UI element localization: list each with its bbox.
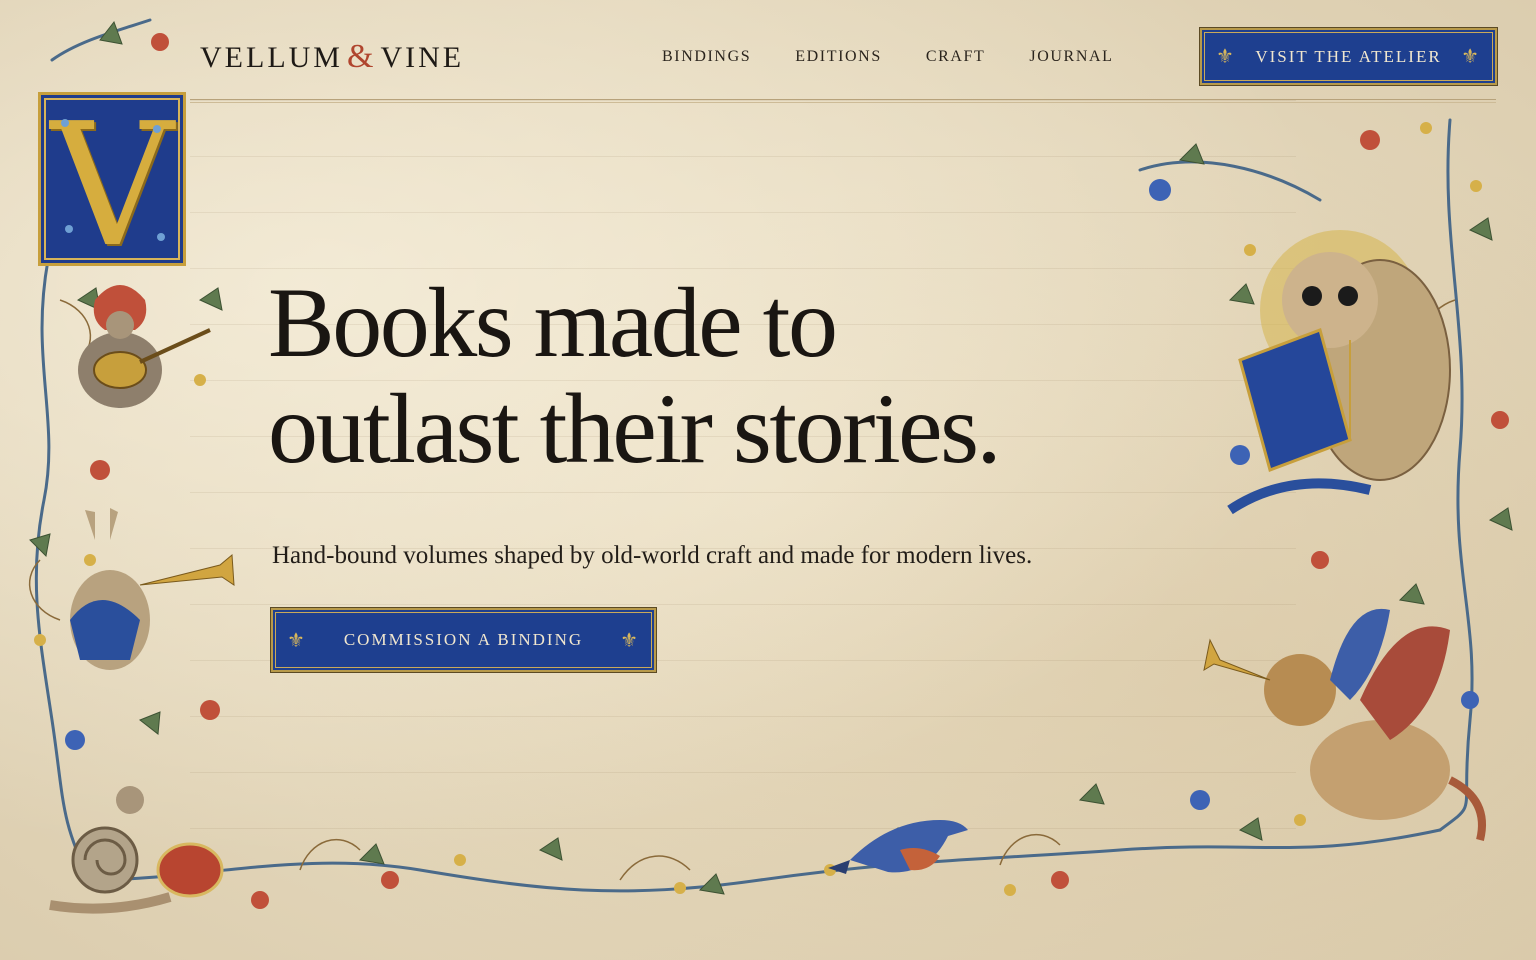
fleur-de-lis-icon: ⚜ [1216,46,1236,68]
brand-logo[interactable]: VELLUM & VINE [200,38,464,76]
commission-binding-button[interactable]: ⚜ COMMISSION A BINDING ⚜ [271,608,656,672]
winged-lion-trumpeter [1203,608,1486,841]
visit-atelier-button[interactable]: ⚜ VISIT THE ATELIER ⚜ [1200,28,1497,85]
headline-line-1: Books made to [268,267,838,378]
initial-letter: V [50,87,174,285]
blue-bird [828,820,968,874]
nav-item-editions[interactable]: EDITIONS [773,48,904,66]
hero-headline: Books made to outlast their stories. [268,267,1002,484]
nav-item-bindings[interactable]: BINDINGS [640,48,773,66]
brand-name-right: VINE [380,41,465,74]
owl-reading-book [1227,230,1451,515]
snail-drummer [49,786,224,914]
illuminated-initial: V [38,87,186,285]
nav-item-craft[interactable]: CRAFT [904,48,1008,66]
brand-ampersand: & [346,38,377,75]
hero-subtitle: Hand-bound volumes shaped by old-world c… [272,542,1033,569]
fleur-de-lis-icon: ⚜ [287,629,307,652]
monkey-lute-player [78,285,211,408]
fleur-de-lis-icon: ⚜ [620,629,640,652]
main-nav: BINDINGS EDITIONS CRAFT JOURNAL [640,48,1136,66]
headline-line-2: outlast their stories. [268,373,1002,484]
visit-atelier-label: VISIT THE ATELIER [1255,46,1442,66]
commission-binding-label: COMMISSION A BINDING [343,630,584,649]
nav-item-journal[interactable]: JOURNAL [1007,48,1135,66]
fleur-de-lis-icon: ⚜ [1461,46,1481,68]
brand-name-left: VELLUM [200,41,343,74]
rabbit-trumpeter [70,508,235,670]
